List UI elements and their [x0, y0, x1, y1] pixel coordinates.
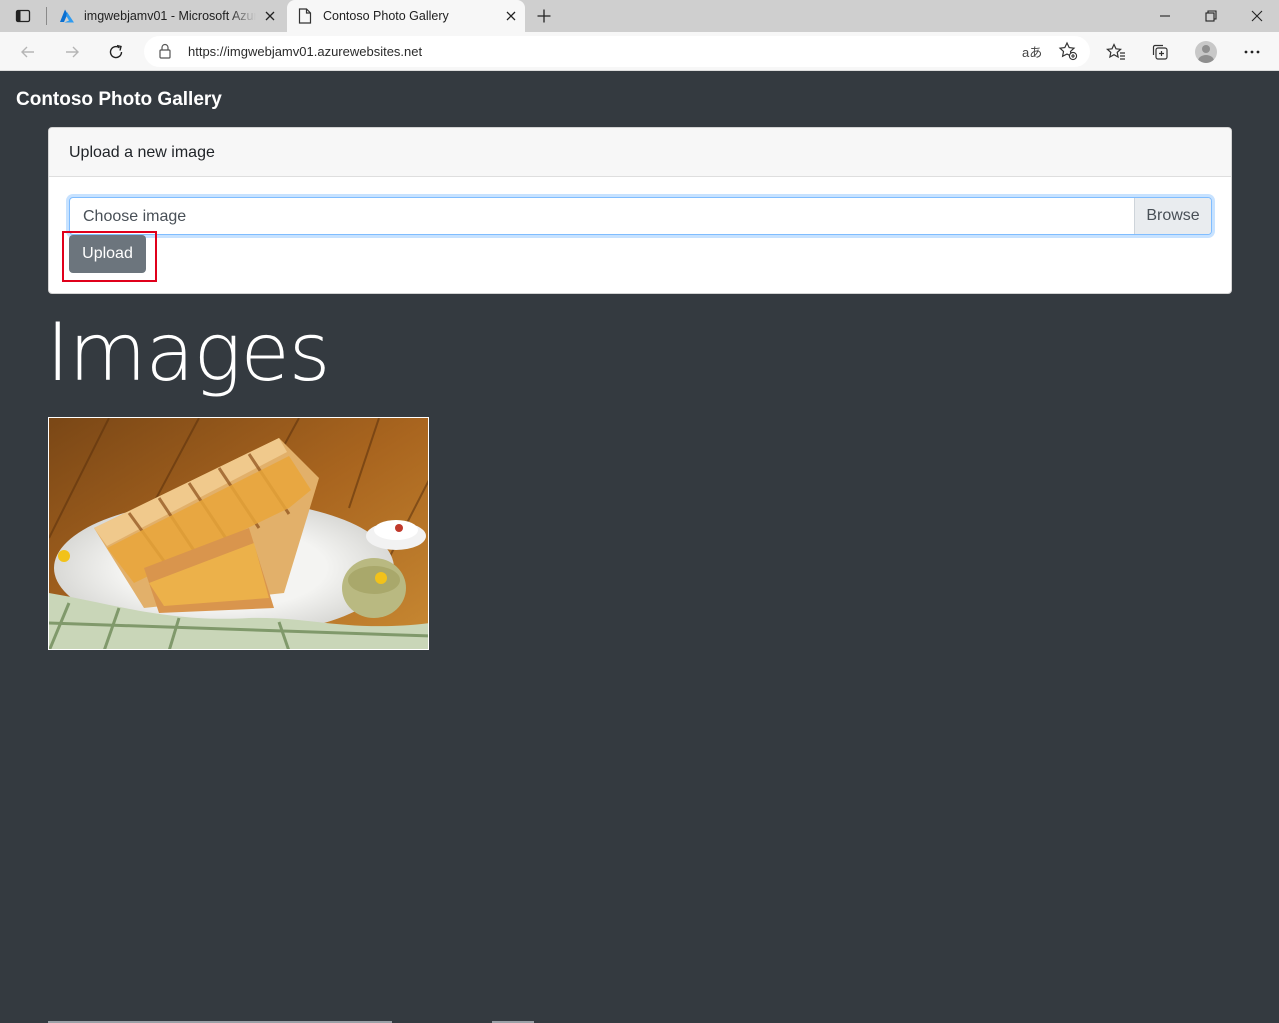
favorites-icon[interactable]: [1103, 39, 1129, 65]
more-options-icon[interactable]: [1239, 39, 1265, 65]
minimize-icon[interactable]: [1153, 4, 1177, 28]
upload-button[interactable]: Upload: [69, 235, 146, 273]
tab-azure-portal[interactable]: imgwebjamv01 - Microsoft Azure: [50, 0, 284, 32]
close-tab-icon[interactable]: [262, 8, 278, 24]
upload-card-header: Upload a new image: [49, 128, 1231, 177]
add-favorite-icon[interactable]: [1058, 41, 1078, 66]
close-tab-icon[interactable]: [503, 8, 519, 24]
tab-bar: imgwebjamv01 - Microsoft Azure Contoso P…: [0, 0, 1279, 32]
back-arrow-icon[interactable]: [14, 38, 42, 66]
tab-title: Contoso Photo Gallery: [323, 9, 449, 23]
upload-card-title: Upload a new image: [69, 144, 215, 161]
choose-image-file-input[interactable]: Choose image Browse: [69, 197, 1212, 235]
read-aloud-icon[interactable]: aあ: [1022, 42, 1042, 61]
profile-avatar-icon[interactable]: [1193, 39, 1219, 65]
file-input-placeholder: Choose image: [83, 208, 187, 225]
address-toolbar: https://imgwebjamv01.azurewebsites.net a…: [0, 32, 1279, 71]
tab-separator: [46, 7, 47, 25]
tab-actions-icon[interactable]: [8, 4, 38, 28]
gallery-image-sandwich[interactable]: [48, 417, 429, 650]
refresh-icon[interactable]: [102, 38, 130, 66]
page-icon: [298, 8, 312, 27]
tab-contoso-photo-gallery[interactable]: Contoso Photo Gallery: [287, 0, 525, 32]
forward-arrow-icon[interactable]: [58, 38, 86, 66]
close-window-icon[interactable]: [1245, 4, 1269, 28]
url-text[interactable]: https://imgwebjamv01.azurewebsites.net: [188, 44, 422, 59]
tab-title: imgwebjamv01 - Microsoft Azure: [84, 9, 256, 23]
upload-card: Upload a new image Choose image Browse U…: [48, 127, 1232, 294]
azure-logo-icon: [59, 8, 75, 27]
images-heading: Images: [46, 306, 330, 399]
restore-icon[interactable]: [1199, 4, 1223, 28]
browse-button[interactable]: Browse: [1134, 198, 1211, 234]
site-brand[interactable]: Contoso Photo Gallery: [16, 89, 222, 111]
address-bar[interactable]: https://imgwebjamv01.azurewebsites.net a…: [144, 36, 1090, 67]
collections-icon[interactable]: [1147, 39, 1173, 65]
sandwich-photo-illustration: [49, 418, 428, 649]
new-tab-icon[interactable]: [532, 4, 556, 28]
lock-icon[interactable]: [158, 43, 172, 64]
